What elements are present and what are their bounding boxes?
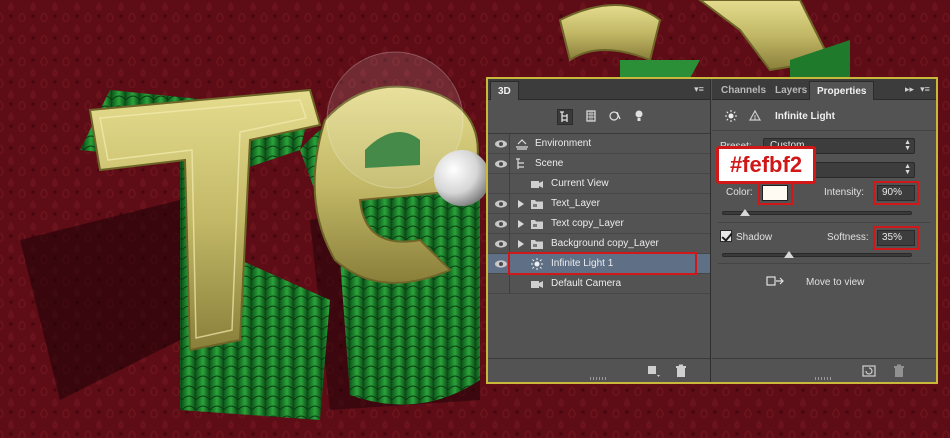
properties-header: Infinite Light [712, 101, 936, 131]
softness-label: Softness: [827, 232, 869, 243]
camera-icon [530, 178, 544, 190]
color-label: Color: [726, 187, 753, 198]
move-to-view-icon[interactable] [766, 273, 786, 292]
trash-icon[interactable] [674, 364, 688, 381]
layer-row-background-copy-layer[interactable]: Background copy_Layer [488, 234, 710, 254]
visibility-eye-icon[interactable] [494, 138, 508, 150]
divider [718, 263, 930, 264]
camera-icon [530, 278, 544, 290]
properties-footer [712, 358, 936, 382]
infinite-light-icon [724, 109, 738, 126]
divider [509, 194, 510, 214]
properties-title: Infinite Light [775, 111, 835, 122]
panel-group: 3D ▾≡ Environment Scene Current View Tex… [486, 77, 938, 384]
intensity-slider-thumb[interactable] [739, 209, 750, 216]
expand-triangle-icon[interactable] [518, 200, 524, 208]
properties-panel: Channels Layers Properties ▸▸ ▾≡ Infinit… [712, 79, 936, 382]
mesh-folder-icon [530, 218, 544, 230]
move-to-view-label[interactable]: Move to view [806, 277, 864, 288]
resize-grip[interactable] [590, 377, 608, 380]
panel-menu-icon[interactable]: ▾≡ [918, 83, 932, 95]
properties-panel-tabbar: Channels Layers Properties ▸▸ ▾≡ [712, 79, 936, 100]
visibility-eye-icon[interactable] [494, 238, 508, 250]
divider [509, 174, 510, 194]
layer-row-current-view[interactable]: Current View [488, 174, 710, 194]
shadow-checkbox[interactable] [720, 230, 732, 242]
divider [509, 274, 510, 294]
trash-icon[interactable] [892, 364, 906, 381]
3d-panel-tabbar: 3D ▾≡ [488, 79, 710, 100]
scene-filter-icon[interactable] [557, 109, 573, 125]
layer-row-default-camera[interactable]: Default Camera [488, 274, 710, 294]
3d-filter-toolbar [488, 101, 710, 134]
softness-slider-thumb[interactable] [783, 251, 794, 258]
3d-panel: 3D ▾≡ Environment Scene Current View Tex… [488, 79, 711, 382]
shadow-label: Shadow [736, 232, 773, 243]
intensity-label: Intensity: [824, 187, 865, 198]
mesh-folder-icon [530, 198, 544, 210]
mesh-folder-icon [530, 238, 544, 250]
mesh-filter-icon[interactable] [584, 109, 600, 125]
divider [509, 154, 510, 174]
visibility-eye-icon[interactable] [494, 258, 508, 270]
layer-label: Text copy_Layer [551, 218, 624, 229]
light-filter-icon[interactable] [632, 109, 648, 125]
tab-3d[interactable]: 3D [490, 81, 519, 100]
layer-row-environment[interactable]: Environment [488, 134, 710, 154]
tab-properties[interactable]: Properties [809, 81, 875, 100]
layer-label: Environment [535, 138, 592, 149]
tab-layers[interactable]: Layers [768, 81, 814, 100]
visibility-eye-icon[interactable] [494, 158, 508, 170]
layer-label: Background copy_Layer [551, 238, 659, 249]
layer-row-scene[interactable]: Scene [488, 154, 710, 174]
layer-label: Default Camera [551, 278, 622, 289]
layer-label: Text_Layer [551, 198, 600, 209]
collapse-arrows-icon[interactable]: ▸▸ [905, 83, 914, 95]
light-color-swatch[interactable] [762, 185, 788, 201]
visibility-eye-icon[interactable] [494, 218, 508, 230]
new-light-icon[interactable] [646, 364, 662, 381]
layer-row-text-copy-layer[interactable]: Text copy_Layer [488, 214, 710, 234]
divider [718, 222, 930, 223]
3d-panel-footer [488, 358, 710, 382]
layer-row-text-layer[interactable]: Text_Layer [488, 194, 710, 214]
expand-triangle-icon[interactable] [518, 240, 524, 248]
reset-view-icon[interactable] [862, 364, 876, 381]
divider [509, 234, 510, 254]
material-filter-icon[interactable] [608, 109, 624, 125]
selection-highlight-box [508, 252, 697, 275]
visibility-eye-icon[interactable] [494, 198, 508, 210]
intensity-input[interactable]: 90% [877, 185, 915, 201]
layer-label: Scene [535, 158, 564, 169]
softness-input[interactable]: 35% [877, 230, 915, 246]
scene-icon [515, 158, 529, 170]
expand-triangle-icon[interactable] [518, 220, 524, 228]
color-hex-callout: #fefbf2 [716, 146, 816, 184]
divider [509, 134, 510, 154]
resize-grip[interactable] [815, 377, 833, 380]
intensity-slider-track[interactable] [722, 211, 912, 215]
environment-icon [515, 138, 529, 150]
dropdown-arrows-icon: ▲ ▼ [904, 139, 911, 152]
dropdown-arrows-icon: ▲ ▼ [904, 163, 911, 176]
tab-channels[interactable]: Channels [714, 81, 773, 100]
coordinates-icon[interactable] [748, 109, 762, 126]
panel-menu-icon[interactable]: ▾≡ [692, 83, 706, 95]
softness-slider-track[interactable] [722, 253, 912, 257]
layer-label: Current View [551, 178, 609, 189]
divider [509, 214, 510, 234]
